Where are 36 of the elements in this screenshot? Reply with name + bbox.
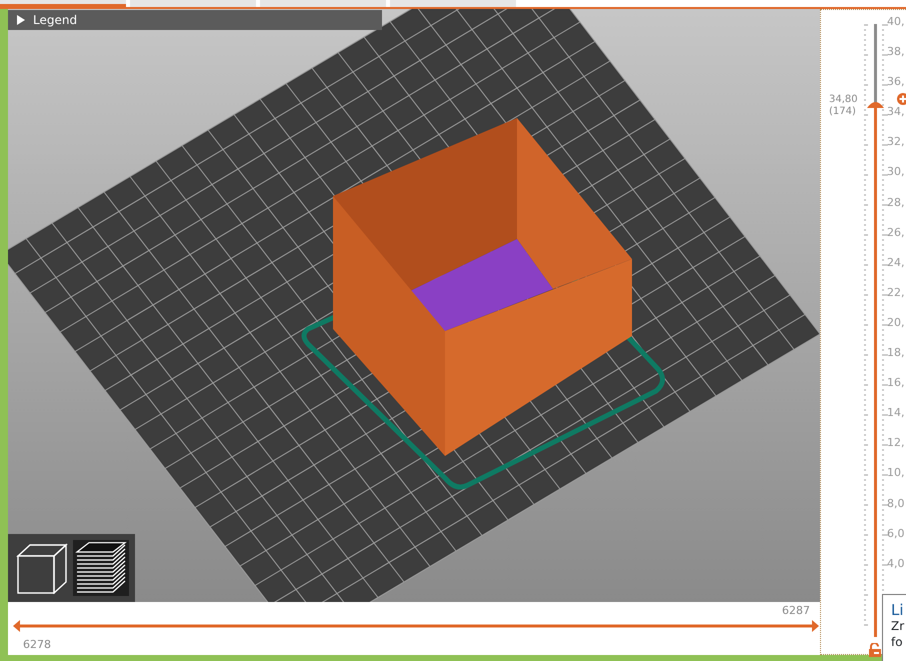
layer-number-label: (174) bbox=[829, 106, 856, 117]
tick-label: 24, bbox=[887, 256, 904, 270]
tick-label: 14, bbox=[887, 406, 904, 420]
tooltip-text: Zr bbox=[891, 619, 906, 635]
tick-label: 22, bbox=[887, 286, 904, 300]
layers-view-button[interactable] bbox=[73, 540, 129, 596]
tab[interactable] bbox=[0, 0, 126, 7]
tick-label: 20, bbox=[887, 316, 904, 330]
layer-height-label: 34,80 bbox=[829, 94, 858, 105]
layers-icon bbox=[75, 542, 127, 594]
unlock-icon[interactable] bbox=[869, 643, 881, 657]
legend-label: Legend bbox=[33, 12, 78, 29]
slider-value: 6278 bbox=[23, 637, 51, 654]
tick-label: 8,0 bbox=[887, 496, 904, 510]
tooltip-title: Li bbox=[891, 601, 905, 619]
tick-label: 26, bbox=[887, 226, 904, 240]
tick-label: 10, bbox=[887, 466, 904, 480]
tick-label: 34, bbox=[887, 105, 904, 120]
tick-label: 36, bbox=[887, 75, 904, 90]
tick-label: 16, bbox=[887, 376, 904, 390]
tick-label: 18, bbox=[887, 346, 904, 360]
add-icon[interactable] bbox=[897, 92, 906, 105]
cube-icon bbox=[16, 542, 68, 594]
tick-label: 28, bbox=[887, 196, 904, 210]
tick-label: 12, bbox=[887, 436, 904, 450]
tick-label: 6,0 bbox=[887, 526, 904, 541]
tick-label: 32, bbox=[887, 135, 904, 150]
tick-label: 4,0 bbox=[887, 556, 904, 571]
horizontal-slider-track[interactable] bbox=[13, 620, 819, 632]
slider-thumb[interactable] bbox=[867, 100, 884, 108]
tick-label: 40, bbox=[887, 15, 904, 29]
tick-label: 38, bbox=[887, 45, 904, 60]
slider-value: 6287 bbox=[782, 603, 810, 620]
legend-bar[interactable]: Legend bbox=[8, 10, 382, 30]
tick-label: 30, bbox=[887, 165, 904, 180]
tooltip-text: fo bbox=[891, 634, 904, 650]
